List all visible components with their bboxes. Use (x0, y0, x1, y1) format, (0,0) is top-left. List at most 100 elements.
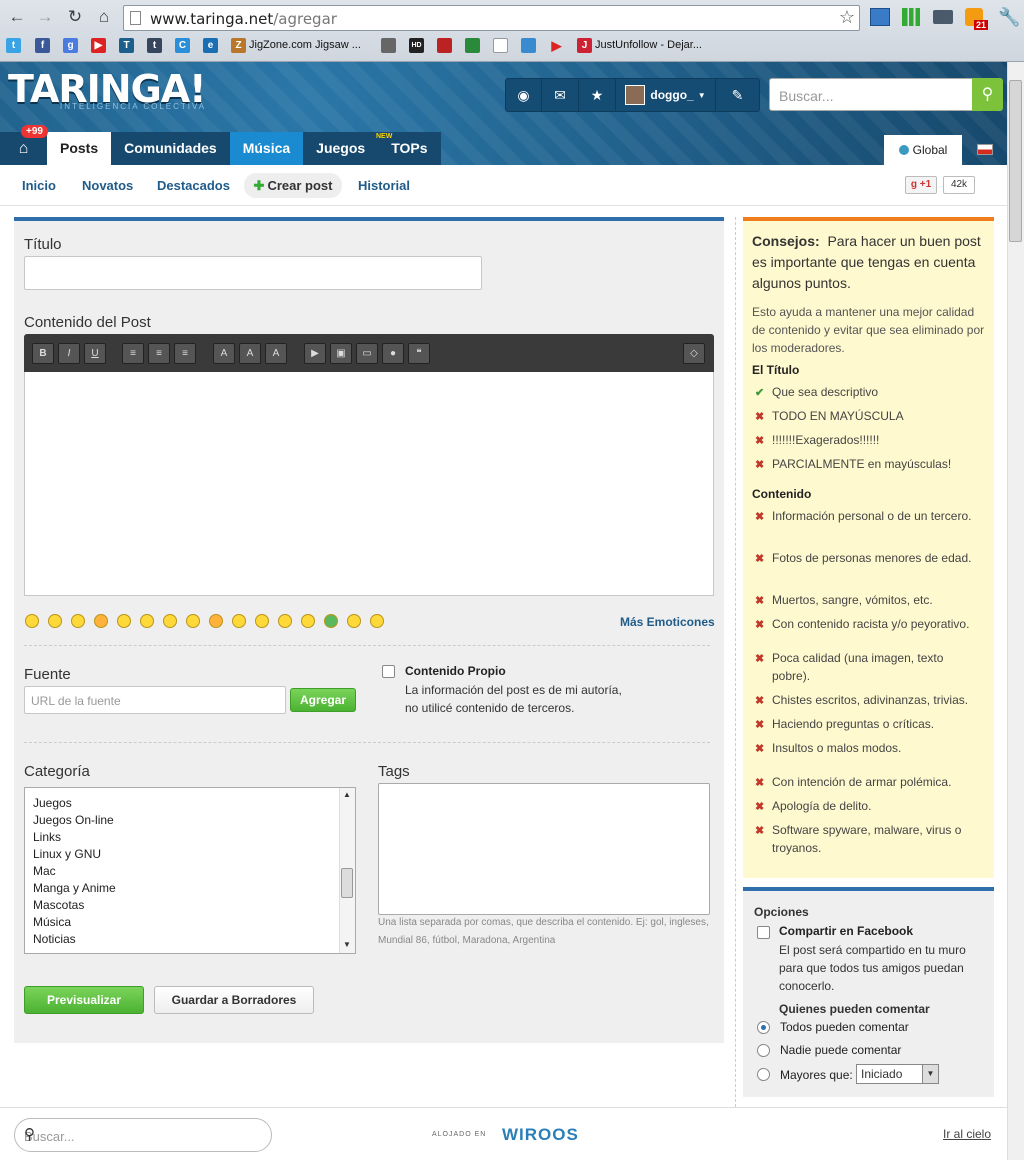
bookmark-justunfollow[interactable]: J JustUnfollow - Dejar... (577, 36, 702, 54)
monitor-icon[interactable] (933, 10, 953, 24)
shock-emoticon-icon[interactable] (301, 614, 315, 628)
bookmark-9[interactable] (493, 36, 508, 54)
radio-todos[interactable] (757, 1021, 770, 1034)
evil-emoticon-icon[interactable] (209, 614, 223, 628)
search-button[interactable]: ⚲ (972, 78, 1003, 111)
tab-juegos[interactable]: Juegos (303, 132, 379, 165)
categoria-scrollbar[interactable]: ▲ ▼ (339, 788, 355, 953)
previsualizar-button[interactable]: Previsualizar (24, 986, 144, 1014)
page-scroll-thumb[interactable] (1009, 80, 1022, 242)
signal-icon[interactable] (902, 8, 920, 26)
bookmark-5[interactable] (381, 36, 396, 54)
mas-emoticones-link[interactable]: Más Emoticones (620, 615, 715, 629)
align-center-icon[interactable]: ≡ (148, 343, 170, 364)
font-color-icon[interactable]: A (213, 343, 235, 364)
tab-comunidades[interactable]: Comunidades (111, 132, 230, 165)
post-content-editor[interactable] (24, 372, 714, 596)
categoria-select[interactable]: Juegos Juegos On-line Links Linux y GNU … (24, 787, 356, 954)
grin-emoticon-icon[interactable] (117, 614, 131, 628)
bookmark-twitter[interactable]: t (6, 36, 21, 54)
categoria-option[interactable]: Linux y GNU (33, 847, 101, 861)
scroll-thumb[interactable] (341, 868, 353, 898)
categoria-option[interactable]: Mascotas (33, 898, 84, 912)
crying-emoticon-icon[interactable] (186, 614, 200, 628)
bookmark-google[interactable]: g (63, 36, 78, 54)
search-icon[interactable]: ⚲ (24, 1125, 257, 1143)
bookmark-11[interactable]: ▶ (549, 36, 564, 54)
source-code-icon[interactable]: ◇ (683, 343, 705, 364)
reload-icon[interactable]: ↻ (64, 6, 86, 28)
guardar-borradores-button[interactable]: Guardar a Borradores (154, 986, 314, 1014)
radio-mayores[interactable] (757, 1068, 770, 1081)
user-menu[interactable]: doggo_ ▼ (616, 79, 716, 111)
tab-global[interactable]: Global (884, 135, 962, 165)
url-bar[interactable]: www.taringa.net/agregar ☆ (123, 5, 860, 31)
ir-al-cielo-link[interactable]: Ir al cielo (943, 1127, 991, 1141)
categoria-option[interactable]: Juegos On-line (33, 813, 114, 827)
neutral-emoticon-icon[interactable] (255, 614, 269, 628)
scroll-down-icon[interactable]: ▼ (343, 940, 351, 949)
wink-emoticon-icon[interactable] (48, 614, 62, 628)
crear-post-button[interactable]: ✚ Crear post (244, 173, 342, 198)
link-icon[interactable]: ● (382, 343, 404, 364)
image-icon[interactable]: ▭ (356, 343, 378, 364)
bookmark-facebook[interactable]: f (35, 36, 50, 54)
smile-emoticon-icon[interactable] (25, 614, 39, 628)
categoria-option[interactable]: Mac (33, 864, 56, 878)
tab-posts[interactable]: Posts (47, 132, 112, 165)
agregar-button[interactable]: Agregar (290, 688, 356, 712)
font-family-icon[interactable]: A (265, 343, 287, 364)
blush-emoticon-icon[interactable] (370, 614, 384, 628)
bookmark-10[interactable] (521, 36, 536, 54)
google-plus-button[interactable]: g +1 (905, 176, 937, 194)
categoria-option[interactable]: Música (33, 915, 71, 929)
quote-icon[interactable]: ❝ (408, 343, 430, 364)
sad-emoticon-icon[interactable] (140, 614, 154, 628)
bookmark-youtube[interactable]: ▶ (91, 36, 106, 54)
extension-icon[interactable] (870, 8, 890, 26)
tags-textarea[interactable] (378, 783, 710, 915)
font-size-icon[interactable]: A (239, 343, 261, 364)
bold-button[interactable]: B (32, 343, 54, 364)
underline-button[interactable]: U (84, 343, 106, 364)
bookmark-8[interactable] (465, 36, 480, 54)
confused-emoticon-icon[interactable] (232, 614, 246, 628)
radio-nadie[interactable] (757, 1044, 770, 1057)
flash-icon[interactable]: ▣ (330, 343, 352, 364)
scroll-up-icon[interactable]: ▲ (343, 790, 351, 799)
categoria-option[interactable]: Manga y Anime (33, 881, 116, 895)
huh-emoticon-icon[interactable] (163, 614, 177, 628)
forward-icon[interactable]: → (34, 6, 56, 28)
italic-button[interactable]: I (58, 343, 80, 364)
footer-search-input[interactable]: Buscar... ⚲ (14, 1118, 272, 1152)
categoria-option[interactable]: Juegos (33, 796, 72, 810)
wiroos-logo[interactable]: WIROOS (502, 1125, 579, 1145)
facebook-checkbox[interactable] (757, 926, 770, 939)
sick-emoticon-icon[interactable] (324, 614, 338, 628)
categoria-option[interactable]: Links (33, 830, 61, 844)
eye-icon[interactable]: ◉ (506, 79, 542, 111)
bookmark-hd[interactable]: HD (409, 36, 424, 54)
youtube-icon[interactable]: ▶ (304, 343, 326, 364)
fuente-input[interactable]: URL de la fuente (24, 686, 286, 714)
favorites-star-icon[interactable]: ★ (579, 79, 616, 111)
cool-emoticon-icon[interactable] (71, 614, 85, 628)
mail-icon[interactable]: ✉ (542, 79, 579, 111)
bookmark-c[interactable]: C (175, 36, 190, 54)
wrench-icon[interactable]: 🔧 (998, 7, 1020, 28)
subnav-inicio[interactable]: Inicio (22, 178, 56, 193)
subnav-historial[interactable]: Historial (358, 178, 410, 193)
search-input[interactable]: Buscar... (769, 78, 973, 111)
bookmark-tumblr[interactable]: t (147, 36, 162, 54)
bookmark-jigzone[interactable]: Z JigZone.com Jigsaw ... (231, 36, 361, 54)
edit-icon[interactable]: ✎ (716, 79, 759, 111)
bookmark-7[interactable] (437, 36, 452, 54)
tongue-emoticon-icon[interactable] (94, 614, 108, 628)
contenido-propio-checkbox[interactable] (382, 665, 395, 678)
chile-flag-icon[interactable] (977, 144, 993, 155)
sunglasses-emoticon-icon[interactable] (278, 614, 292, 628)
titulo-input[interactable] (24, 256, 482, 290)
bookmark-taringa[interactable]: T (119, 36, 134, 54)
back-icon[interactable]: ← (6, 6, 28, 28)
nerd-emoticon-icon[interactable] (347, 614, 361, 628)
